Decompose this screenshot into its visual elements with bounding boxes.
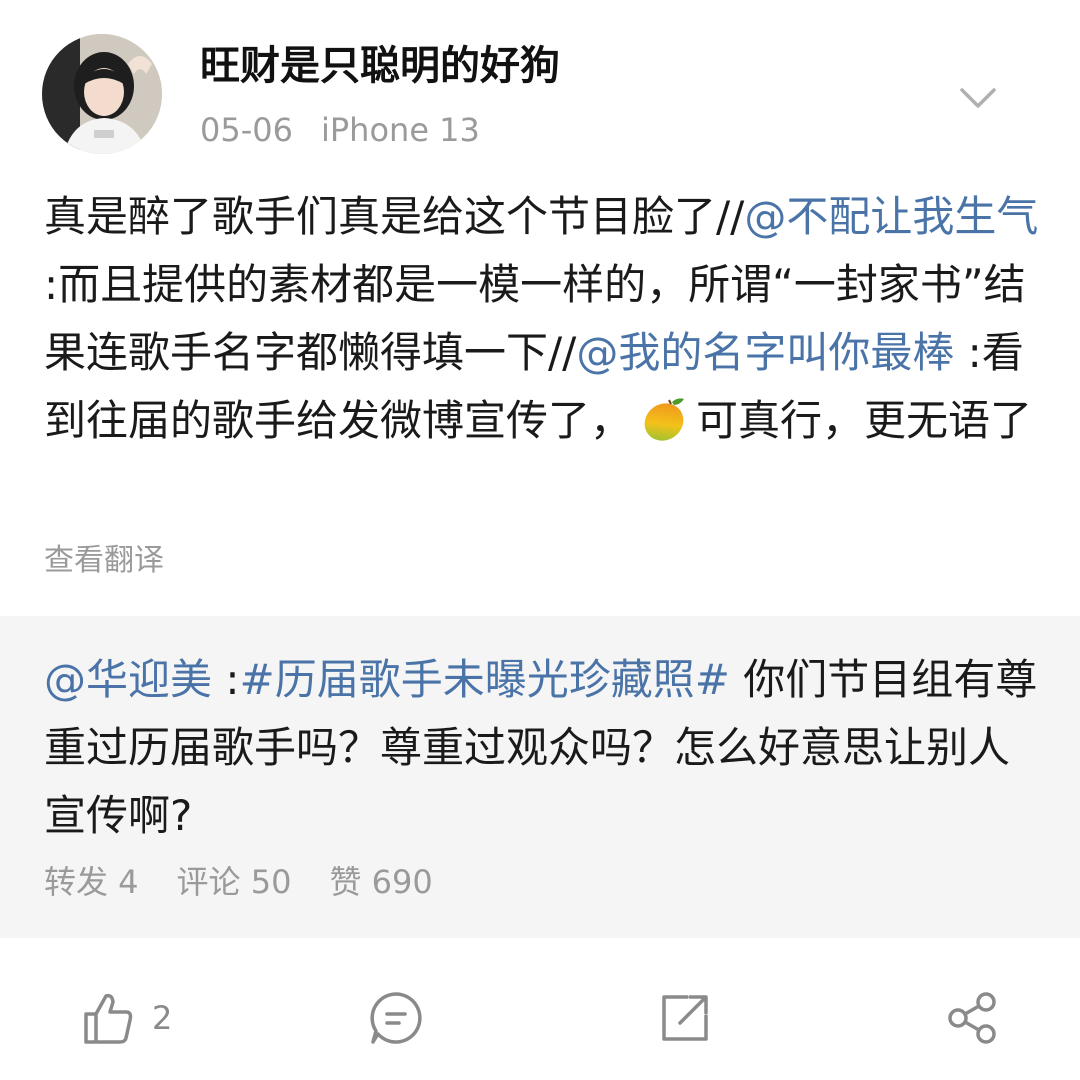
quote-sep: : xyxy=(212,655,240,704)
chevron-down-icon[interactable] xyxy=(956,78,1000,118)
action-bar: 2 xyxy=(0,968,1080,1068)
retweet-quote[interactable]: @华迎美 :#历届歌手未曝光珍藏照# 你们节目组有尊重过历届歌手吗？尊重过观众吗… xyxy=(0,616,1080,938)
username[interactable]: 旺财是只聪明的好狗 xyxy=(200,40,560,92)
post-date: 05-06 xyxy=(200,111,293,149)
post-text-part: 可真行，更无语了 xyxy=(696,396,1033,445)
like-count[interactable]: 赞 690 xyxy=(329,863,432,901)
comment-button[interactable] xyxy=(368,988,424,1048)
mention-link[interactable]: @我的名字叫你最棒 xyxy=(576,328,954,377)
post-text-part: 真是醉了歌手们真是给这个节目脸了// xyxy=(44,192,745,241)
repost-icon xyxy=(658,991,712,1045)
quote-text: @华迎美 :#历届歌手未曝光珍藏照# 你们节目组有尊重过历届歌手吗？尊重过观众吗… xyxy=(44,646,1044,850)
quote-stats: 转发 4 评论 50 赞 690 xyxy=(44,860,471,904)
post-text: 真是醉了歌手们真是给这个节目脸了//@不配让我生气 :而且提供的素材都是一模一样… xyxy=(44,183,1044,455)
post-header: 旺财是只聪明的好狗 05-06 iPhone 13 xyxy=(0,0,1080,170)
comment-count[interactable]: 评论 50 xyxy=(177,863,292,901)
post-device: iPhone 13 xyxy=(320,111,480,149)
post-meta: 05-06 iPhone 13 xyxy=(200,108,480,152)
repost-count[interactable]: 转发 4 xyxy=(44,863,139,901)
view-translation-link[interactable]: 查看翻译 xyxy=(44,538,164,584)
share-button[interactable] xyxy=(944,988,1000,1048)
topic-link[interactable]: #历届歌手未曝光珍藏照# xyxy=(240,655,730,704)
like-action-count: 2 xyxy=(152,999,173,1037)
mention-link[interactable]: @不配让我生气 xyxy=(744,192,1038,241)
mention-link[interactable]: @华迎美 xyxy=(44,655,212,704)
thumbs-up-icon xyxy=(82,990,134,1046)
comment-icon xyxy=(368,990,424,1046)
share-icon xyxy=(944,990,1000,1046)
repost-button[interactable] xyxy=(658,988,712,1048)
avatar[interactable] xyxy=(42,34,162,154)
like-button[interactable]: 2 xyxy=(82,988,172,1048)
mango-emoji-icon xyxy=(638,393,690,445)
